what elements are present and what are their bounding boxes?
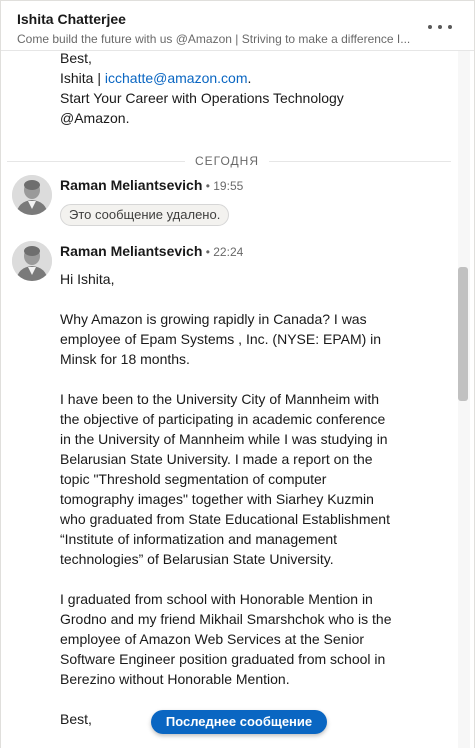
message-thread[interactable]: Best, Ishita | icchatte@amazon.com. Star…	[1, 51, 458, 748]
contact-name[interactable]: Ishita Chatterjee	[17, 11, 126, 27]
message-time: • 22:24	[202, 245, 244, 259]
sender-name[interactable]: Raman Meliantsevich	[60, 243, 202, 259]
avatar[interactable]	[12, 241, 52, 281]
message-sender: Raman Meliantsevich • 19:55	[60, 175, 243, 196]
avatar[interactable]	[12, 175, 52, 215]
divider-line	[269, 161, 451, 162]
ellipsis-dot	[448, 25, 452, 29]
conversation-header: Ishita Chatterjee Come build the future …	[1, 1, 474, 51]
email-suffix: .	[247, 70, 252, 86]
previous-message-signature: Ishita | icchatte@amazon.com.	[60, 68, 395, 88]
contact-headline: Come build the future with us @Amazon | …	[17, 32, 411, 46]
message-sender: Raman Meliantsevich • 22:24	[60, 241, 243, 262]
divider-line	[7, 161, 185, 162]
messaging-window: Ishita Chatterjee Come build the future …	[0, 0, 475, 748]
scrollbar-thumb[interactable]	[458, 267, 468, 401]
date-divider: СЕГОДНЯ	[1, 153, 458, 169]
email-link[interactable]: icchatte@amazon.com	[105, 70, 248, 86]
message-time: • 19:55	[202, 179, 244, 193]
message-body: Hi Ishita, Why Amazon is growing rapidly…	[60, 271, 392, 727]
jump-to-latest-button[interactable]: Последнее сообщение	[151, 710, 327, 734]
previous-message-closing: Best,	[60, 51, 92, 66]
more-options-button[interactable]	[428, 17, 452, 37]
sender-name[interactable]: Raman Meliantsevich	[60, 177, 202, 193]
ellipsis-dot	[438, 25, 442, 29]
deleted-message-notice: Это сообщение удалено.	[60, 204, 230, 226]
date-divider-label: СЕГОДНЯ	[194, 154, 260, 168]
previous-message-tagline: Start Your Career with Operations Techno…	[60, 90, 344, 126]
ellipsis-horizontal-icon	[428, 25, 432, 29]
signature-name: Ishita |	[60, 70, 105, 86]
